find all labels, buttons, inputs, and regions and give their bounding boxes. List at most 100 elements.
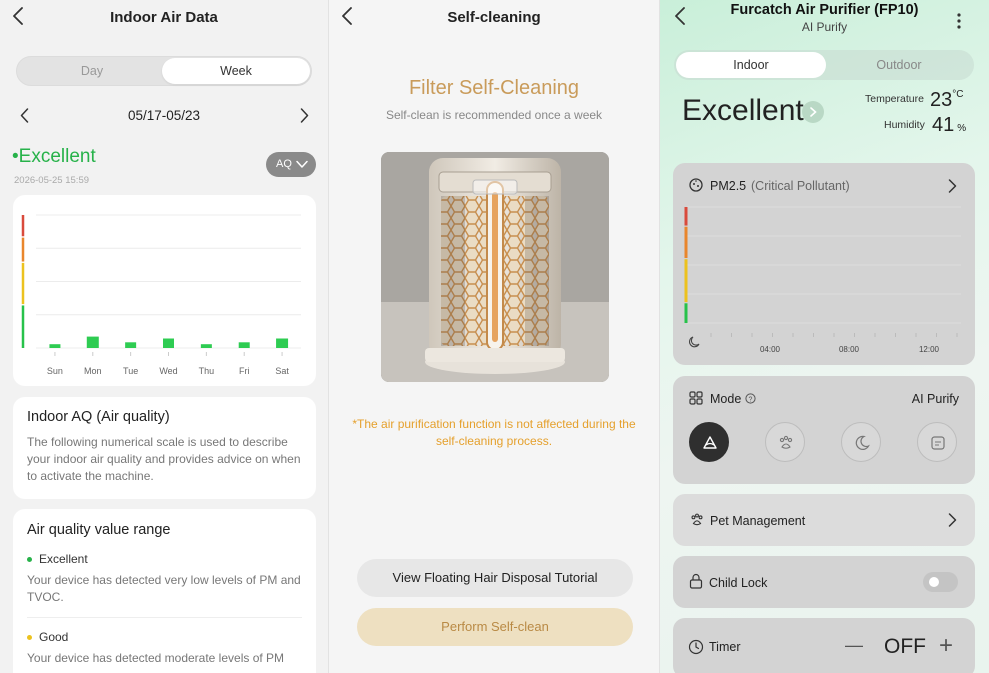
- x-tick-label: Thu: [199, 366, 215, 376]
- tab-outdoor[interactable]: Outdoor: [824, 52, 974, 78]
- range-item-excellent: Excellent: [27, 552, 302, 566]
- range-card-title: Air quality value range: [27, 522, 171, 538]
- svg-text:?: ?: [749, 396, 753, 403]
- ai-purify-icon: [703, 436, 717, 449]
- aq-dropdown-label: AQ: [276, 158, 292, 170]
- lock-icon: [689, 573, 703, 589]
- humidity-label: Humidity: [884, 119, 925, 131]
- self-cleaning-panel: Self-cleaning Filter Self-Cleaning Self-…: [329, 0, 659, 673]
- clock-icon: [688, 639, 704, 655]
- bar: [238, 342, 250, 348]
- timer-increase-button[interactable]: +: [939, 632, 953, 660]
- x-tick-label: Fri: [239, 366, 250, 376]
- manual-icon: [931, 436, 945, 450]
- range-item-label: Excellent: [39, 552, 88, 566]
- aq-dropdown[interactable]: AQ: [266, 152, 316, 177]
- bar: [276, 338, 289, 348]
- pm25-card[interactable]: PM2.5 (Critical Pollutant) 04:00 08:00 12:…: [673, 163, 975, 365]
- child-lock-row: Child Lock: [673, 556, 975, 608]
- date-range: 05/17-05/23: [127, 108, 201, 123]
- pet-mode-button[interactable]: [765, 422, 805, 462]
- timer-decrease-button[interactable]: —: [845, 635, 863, 656]
- indoor-aq-info-card: Indoor AQ (Air quality) The following nu…: [13, 397, 316, 499]
- tab-week[interactable]: Week: [162, 58, 310, 84]
- device-control-panel: Furcatch Air Purifier (FP10) AI Purify I…: [660, 0, 989, 673]
- sleep-icon: [855, 435, 870, 450]
- pm25-note: (Critical Pollutant): [751, 179, 850, 193]
- self-cleaning-subheading: Self-clean is recommended once a week: [385, 108, 603, 122]
- humidity-number: 41: [932, 114, 955, 136]
- child-lock-toggle[interactable]: [923, 572, 958, 592]
- indoor-air-data-panel: Indoor Air Data Day Week 05/17-05/23 •Ex…: [0, 0, 328, 673]
- moon-icon: [689, 336, 700, 348]
- ai-purify-mode-button[interactable]: [689, 422, 729, 462]
- bar: [49, 344, 61, 348]
- period-toggle: Day Week: [16, 56, 312, 86]
- x-tick-label: Mon: [84, 366, 102, 376]
- range-item-desc: Your device has detected very low levels…: [27, 573, 301, 604]
- pm25-chart: 04:00 08:00 12:00: [684, 206, 961, 354]
- status-timestamp: 2026-05-25 15:59: [14, 175, 90, 186]
- tab-day[interactable]: Day: [18, 58, 166, 84]
- x-tick-label: Wed: [159, 366, 177, 376]
- status-detail-icon[interactable]: [802, 101, 824, 123]
- mode-value: AI Purify: [911, 392, 959, 406]
- timer-value: OFF: [884, 635, 926, 658]
- chevron-right-icon: [948, 179, 957, 193]
- next-week-icon[interactable]: [300, 108, 309, 128]
- aq-range-card: Air quality value range Excellent Your d…: [13, 509, 316, 673]
- x-tick-label: Sun: [47, 366, 63, 376]
- manual-mode-button[interactable]: [917, 422, 957, 462]
- location-toggle: Indoor Outdoor: [674, 50, 974, 80]
- timer-row: Timer — OFF +: [673, 618, 975, 673]
- x-tick-label: 12:00: [919, 345, 940, 354]
- tab-indoor[interactable]: Indoor: [676, 52, 826, 78]
- pet-management-row[interactable]: Pet Management: [673, 494, 975, 546]
- grid-icon: [689, 391, 703, 405]
- chevron-down-icon: [296, 160, 308, 168]
- x-tick-label: 04:00: [760, 345, 781, 354]
- bar: [86, 336, 99, 348]
- weekly-bar-chart: Sun Mon Tue Wed Thu Fri Sat: [21, 214, 301, 376]
- divider: [27, 617, 302, 618]
- child-lock-label: Child Lock: [709, 576, 768, 590]
- timer-label: Timer: [709, 640, 741, 654]
- self-cleaning-note: *The air purification function is not af…: [352, 417, 636, 448]
- chevron-right-icon: [948, 513, 957, 527]
- bar: [163, 338, 174, 348]
- device-name: Furcatch Air Purifier (FP10): [730, 2, 919, 18]
- pm25-icon: [689, 178, 703, 192]
- weekly-chart-card: Sun Mon Tue Wed Thu Fri Sat: [13, 195, 316, 386]
- perform-self-clean-button[interactable]: Perform Self-clean: [357, 608, 633, 646]
- page-title: Indoor Air Data: [110, 9, 218, 26]
- pet-icon: [779, 435, 793, 449]
- range-item-good: Good: [27, 630, 302, 644]
- purifier-filter-image: [381, 152, 609, 382]
- view-tutorial-button[interactable]: View Floating Hair Disposal Tutorial: [357, 559, 633, 597]
- info-card-title: Indoor AQ (Air quality): [27, 409, 170, 425]
- purifier-illustration: [381, 152, 609, 382]
- help-icon[interactable]: ?: [745, 393, 756, 404]
- range-item-desc: Your device has detected moderate levels…: [27, 651, 285, 665]
- x-tick-label: Tue: [123, 366, 138, 376]
- temperature-label: Temperature: [865, 93, 924, 105]
- pm25-title: PM2.5: [710, 179, 747, 193]
- page-title: Self-cleaning: [447, 9, 541, 26]
- green-dot-icon: [27, 557, 32, 563]
- temperature-unit: °C: [952, 89, 964, 100]
- temperature-number: 23: [930, 89, 953, 111]
- x-tick-label: Sat: [275, 366, 289, 376]
- bar: [125, 342, 137, 348]
- device-mode-subtitle: AI Purify: [801, 20, 848, 34]
- humidity-value: 41%: [932, 114, 966, 137]
- temperature-value: 23°C: [930, 89, 963, 112]
- toggle-knob: [929, 577, 939, 587]
- paw-icon: [691, 513, 703, 526]
- info-card-body: The following numerical scale is used to…: [27, 435, 301, 483]
- pet-management-label: Pet Management: [710, 514, 806, 528]
- more-options-icon[interactable]: [956, 12, 962, 33]
- x-tick-label: 08:00: [839, 345, 860, 354]
- yellow-dot-icon: [27, 635, 32, 641]
- sleep-mode-button[interactable]: [841, 422, 881, 462]
- date-navigator: 05/17-05/23: [0, 104, 328, 128]
